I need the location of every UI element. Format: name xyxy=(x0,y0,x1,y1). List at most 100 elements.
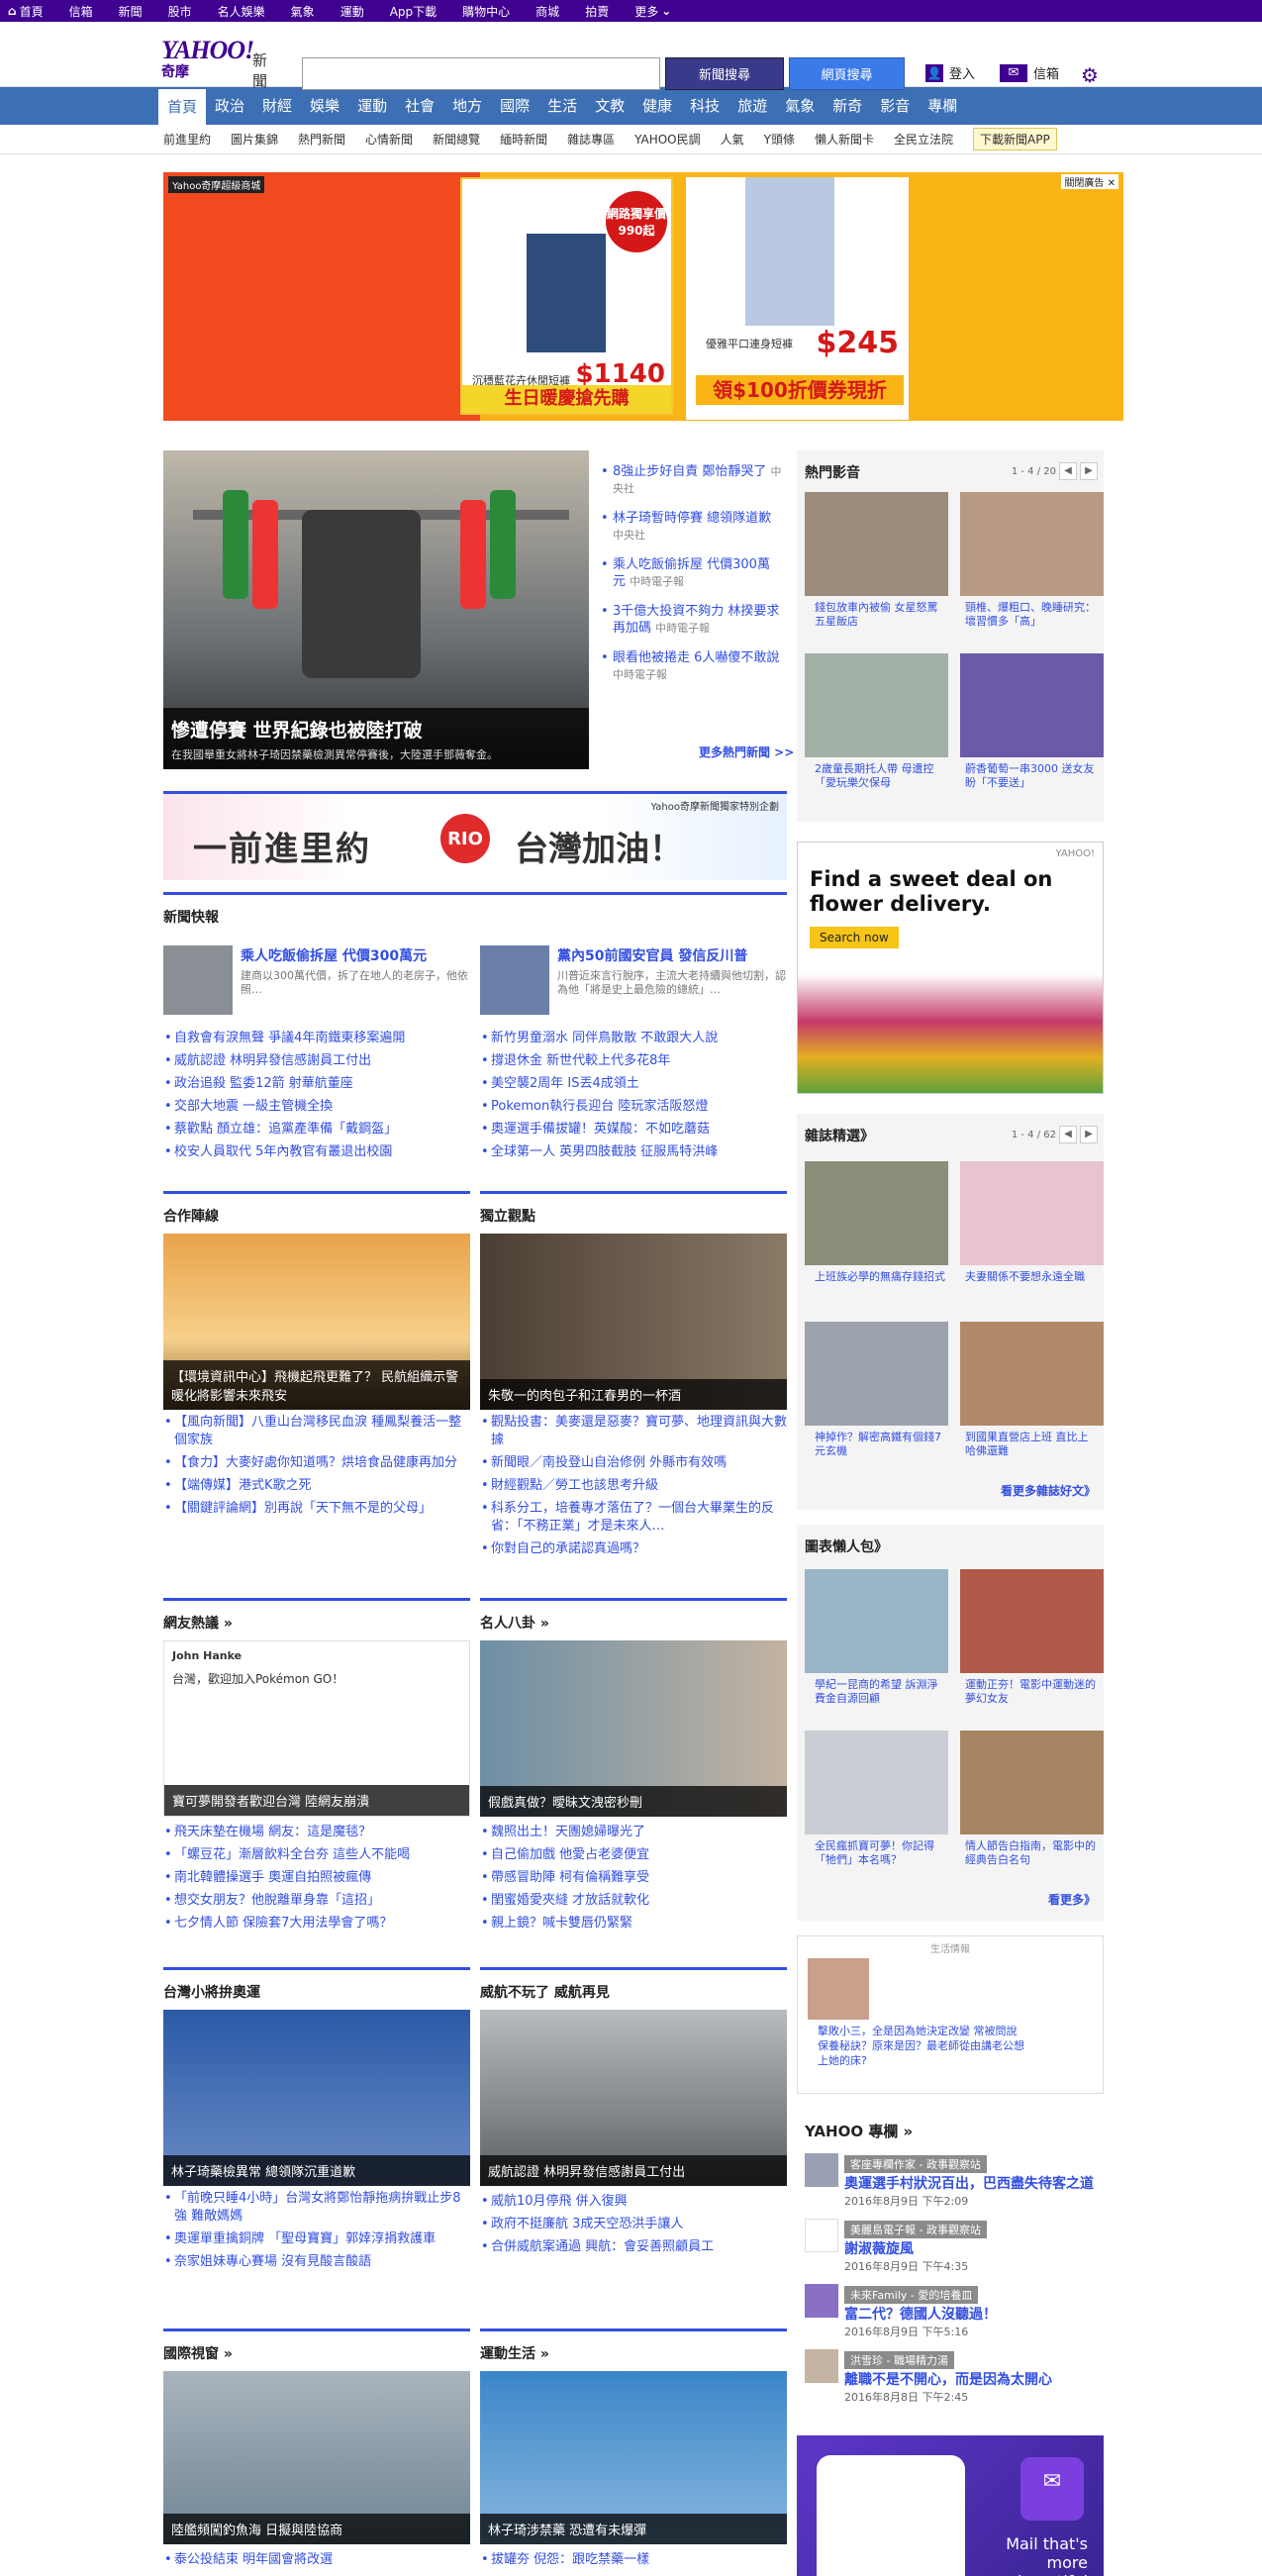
video-title[interactable]: 錢包放車內被偷 女星怒罵五星飯店 xyxy=(815,601,948,629)
ad-dress-product[interactable]: 優雅平口連身短褲 $245 領$100折價券現折 xyxy=(686,177,909,420)
subnav-link[interactable]: 全民立法院 xyxy=(894,131,953,148)
coop-image[interactable]: 【環境資訊中心】飛機起飛更難了？ 民航組織示警 暖化將影響未來飛安 xyxy=(163,1234,470,1410)
subnav-link[interactable]: YAHOO民調 xyxy=(634,131,701,148)
video-title[interactable]: 頸椎、爆粗口、晚睡研究：壞習慣多「高」 xyxy=(965,601,1099,629)
subnav-link[interactable]: Y頭條 xyxy=(764,131,795,148)
nav-tab[interactable]: 健康 xyxy=(633,87,681,125)
infographic-thumbnail[interactable] xyxy=(960,1569,1104,1673)
nav-tab[interactable]: 運動 xyxy=(348,87,396,125)
life-info-thumbnail[interactable] xyxy=(808,1958,869,2020)
list-item[interactable]: 「螺豆花」漸層飲料全台夯 這些人不能喝 xyxy=(163,1843,470,1866)
list-item[interactable]: Pokemon執行長迎台 陸玩家活阪怒燈 xyxy=(480,1095,787,1118)
infographic-thumbnail[interactable] xyxy=(805,1731,948,1834)
magazine-title[interactable]: 上班族必學的無痛存錢招式 xyxy=(815,1270,948,1284)
list-item[interactable]: 財經觀點／勞工也該思考升級 xyxy=(480,1477,787,1495)
settings-gear-icon[interactable]: ⚙ xyxy=(1081,63,1099,87)
list-item[interactable]: 威航10月停飛 併入復興 xyxy=(480,2190,787,2213)
list-item[interactable]: 新聞眼／南投登山自治修例 外縣市有效嗎 xyxy=(480,1454,787,1472)
column-title[interactable]: 謝淑薇旋風 xyxy=(844,2241,987,2258)
list-item[interactable]: 拔罐夯 倪怨：跟吃禁藥一樣 xyxy=(480,2548,787,2571)
indep-image[interactable]: 朱敬一的肉包子和江春男的一杯酒 xyxy=(480,1234,787,1410)
panel-title[interactable]: YAHOO 專欄 » xyxy=(797,2109,1104,2153)
list-item[interactable]: 政治追殺 監委12箭 射華航董座 xyxy=(163,1072,470,1095)
magazine-thumbnail[interactable] xyxy=(960,1161,1104,1265)
video-title[interactable]: 2歲童長期托人帶 母遭控「愛玩樂欠保母 xyxy=(815,762,948,790)
column-title[interactable]: 離職不是不開心，而是因為太開心 xyxy=(844,2372,1052,2389)
olympic-banner[interactable]: 一前進里約 RIO 台灣加油！ Yahoo奇摩新聞獨家特別企劃 xyxy=(163,791,787,880)
nav-tab[interactable]: 國際 xyxy=(491,87,538,125)
intl-image[interactable]: 陸艦頻闖釣魚海 日擬與陸協商 xyxy=(163,2371,470,2544)
list-item[interactable]: 乘人吃飯偷拆屋 代價300萬元 中時電子報 xyxy=(599,556,782,590)
subnav-link[interactable]: 雜誌專區 xyxy=(567,131,615,148)
list-item[interactable]: 合併威航案通過 興航：會妥善照顧員工 xyxy=(480,2235,787,2258)
list-item[interactable]: 【端傳媒】港式K歌之死 xyxy=(163,1477,470,1495)
nav-tab[interactable]: 旅遊 xyxy=(728,87,776,125)
top-link[interactable]: 購物中心 xyxy=(462,3,510,20)
column-title[interactable]: 奧運選手村狀況百出，巴西盡失待客之道 xyxy=(844,2176,1094,2193)
list-item[interactable]: 8強止步好自責 鄭怡靜哭了 中央社 xyxy=(599,463,782,497)
download-app-button[interactable]: 下載新聞APP xyxy=(973,128,1057,150)
prev-button[interactable]: ◀ xyxy=(1059,462,1077,480)
panel-title[interactable]: 圖表懶人包》 xyxy=(797,1525,1104,1568)
list-item[interactable]: 蔡歡點 顏立雄：追黨產準備「戴鋼盔」 xyxy=(163,1118,470,1140)
magazine-title[interactable]: 神掉作？解密高鐵有個錢7元玄機 xyxy=(815,1431,948,1458)
ad-banner[interactable]: Yahoo奇摩超級商城 關閉廣告 ✕ 網路獨享價990起 沉穩藍花卉休閒短褲 $… xyxy=(163,172,1123,421)
netfriends-image[interactable]: John Hanke 台灣，歡迎加入Pokémon GO！ 寶可夢開發者歡迎台灣 … xyxy=(163,1640,470,1817)
section-title[interactable]: 網友熱議 » xyxy=(163,1598,470,1633)
column-item[interactable]: 客座專欄作家 - 政事觀察站 奧運選手村狀況百出，巴西盡失待客之道 2016年8月9… xyxy=(805,2153,1096,2209)
magazine-title[interactable]: 到國果直營店上班 直比上哈佛還難 xyxy=(965,1431,1099,1458)
prev-button[interactable]: ◀ xyxy=(1059,1126,1077,1143)
column-title[interactable]: 富二代？德國人沒聽過！ xyxy=(844,2307,997,2324)
section-title[interactable]: 運動生活 » xyxy=(480,2328,787,2363)
list-item[interactable]: 政府不挺廉航 3成天空恐洪手讓人 xyxy=(480,2213,787,2235)
top-link[interactable]: 信箱 xyxy=(69,3,93,20)
video-thumbnail[interactable] xyxy=(960,492,1104,596)
infographic-title[interactable]: 全民瘋抓寶可夢！你記得「牠們」本名嗎？ xyxy=(815,1839,948,1867)
infographic-title[interactable]: 學紀一昆商的希望 訴淵淨費金自源回顧 xyxy=(815,1678,948,1706)
subnav-link[interactable]: 熱門新聞 xyxy=(298,131,345,148)
list-item[interactable]: 「前晚只睡4小時」台灣女將鄭怡靜拖病拚戰止步8強 難敵媽媽 xyxy=(163,2190,470,2226)
subnav-link[interactable]: 懶人新聞卡 xyxy=(815,131,874,148)
magazine-thumbnail[interactable] xyxy=(960,1322,1104,1426)
news-thumbnail[interactable] xyxy=(163,945,233,1015)
nav-tab[interactable]: 首頁 xyxy=(158,89,207,125)
nav-tab[interactable]: 專欄 xyxy=(919,87,966,125)
flower-ad[interactable]: YAHOO! Find a sweet deal on flower deliv… xyxy=(797,842,1104,1094)
list-item[interactable]: 眼看他被捲走 6人嚇傻不敢說 中時電子報 xyxy=(599,649,782,683)
list-item[interactable]: 你對自己的承諾認真過嗎？ xyxy=(480,1540,787,1558)
subnav-link[interactable]: 圖片集錦 xyxy=(231,131,278,148)
celeb-image[interactable]: 假戲真做？曖昧文洩密秒刪 xyxy=(480,1640,787,1817)
list-item[interactable]: 七夕情人節 保險套7大用法學會了嗎？ xyxy=(163,1912,470,1934)
nav-tab[interactable]: 社會 xyxy=(396,87,443,125)
web-search-button[interactable]: 網頁搜尋 xyxy=(789,57,905,90)
search-input[interactable] xyxy=(302,57,660,90)
nav-tab[interactable]: 新奇 xyxy=(824,87,871,125)
list-item[interactable]: 【風向新聞】八重山台灣移民血淚 種鳳梨養活一整個家族 xyxy=(163,1414,470,1449)
list-item[interactable]: 奧運選手備拔罐！英媒酸：不如吃蘑菇 xyxy=(480,1118,787,1140)
top-link[interactable]: 名人娛樂 xyxy=(218,3,265,20)
list-item[interactable]: 帶感冒助陣 柯有倫稱難享受 xyxy=(480,1866,787,1889)
nav-tab[interactable]: 政治 xyxy=(206,87,253,125)
next-button[interactable]: ▶ xyxy=(1080,1126,1098,1143)
list-item[interactable]: 3千億大投資不夠力 林揆要求再加碼 中時電子報 xyxy=(599,603,782,637)
subnav-link[interactable]: 心情新聞 xyxy=(365,131,413,148)
list-item[interactable]: 新竹男童溺水 同伴鳥散散 不敢跟大人說 xyxy=(480,1027,787,1049)
nav-tab[interactable]: 生活 xyxy=(538,87,586,125)
column-item[interactable]: 洪雪珍 - 職場精力湯 離職不是不開心，而是因為太開心 2016年8月8日 下午2:… xyxy=(805,2349,1096,2405)
list-item[interactable]: 奧運單重擒銅牌 「聖母寶寶」郭婞淳捐救護車 xyxy=(163,2230,470,2248)
list-item[interactable]: 【關鍵評論網】別再說「天下無不是的父母」 xyxy=(163,1500,470,1518)
video-title[interactable]: 蔚香葡萄一串3000 送女友盼「不要送」 xyxy=(965,762,1099,790)
column-item[interactable]: 未來Family - 愛的培養皿 富二代？德國人沒聽過！ 2016年8月9日 下午5… xyxy=(805,2284,1096,2339)
mail-link[interactable]: ✉ 信箱 xyxy=(1000,63,1059,82)
top-link[interactable]: 運動 xyxy=(340,3,364,20)
section-title[interactable]: 國際視窗 » xyxy=(163,2328,470,2363)
news-headline[interactable]: 黨內50前國安官員 發信反川普 xyxy=(557,945,787,965)
ad-close-button[interactable]: 關閉廣告 ✕ xyxy=(1061,174,1118,189)
yahoo-logo[interactable]: YAHOO! 奇摩 新聞 xyxy=(161,36,267,90)
infographic-title[interactable]: 運動正夯！電影中運動迷的夢幻女友 xyxy=(965,1678,1099,1706)
video-thumbnail[interactable] xyxy=(805,653,948,757)
news-search-button[interactable]: 新聞搜尋 xyxy=(665,57,784,90)
nav-tab[interactable]: 財經 xyxy=(253,87,301,125)
magazine-title[interactable]: 夫妻關係不要想永遠全職 xyxy=(965,1270,1099,1284)
hero-title[interactable]: 慘遭停賽 世界紀錄也被陸打破 xyxy=(171,716,581,743)
